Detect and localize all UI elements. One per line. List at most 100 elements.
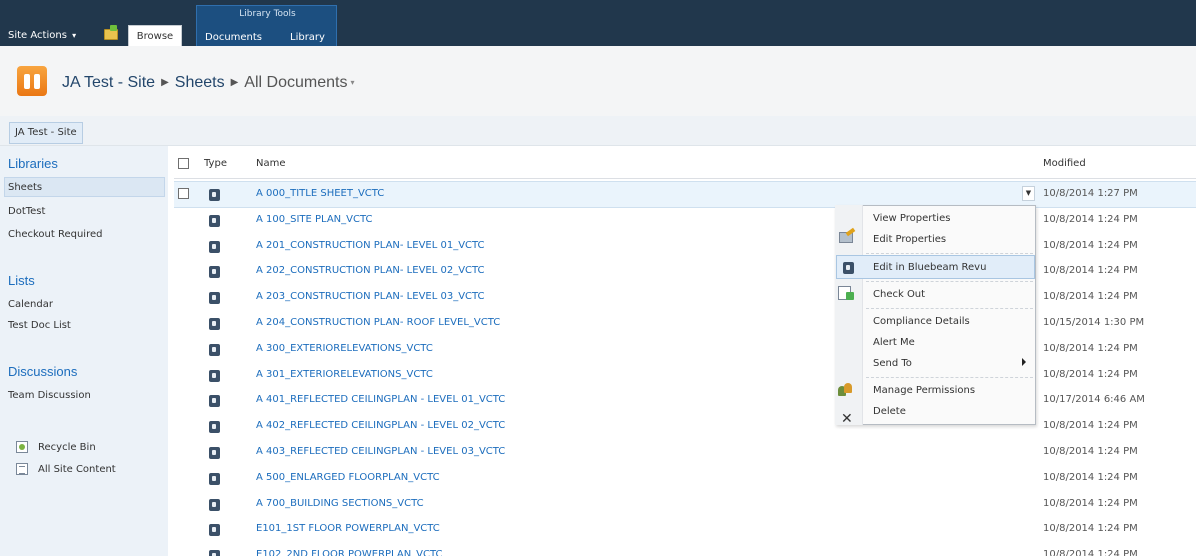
document-name-link[interactable]: A 700_BUILDING SECTIONS_VCTC [256,498,424,509]
top-link-bar [0,116,1196,146]
document-name-link[interactable]: E101_1ST FLOOR POWERPLAN_VCTC [256,523,440,534]
chevron-down-icon: ▾ [72,31,77,40]
ql-heading-lists[interactable]: Lists [8,273,35,288]
document-name-link[interactable]: A 203_CONSTRUCTION PLAN- LEVEL 03_VCTC [256,291,485,302]
document-name-link[interactable]: A 403_REFLECTED CEILINGPLAN - LEVEL 03_V… [256,446,505,457]
document-name-link[interactable]: A 000_TITLE SHEET_VCTC [256,188,384,199]
document-modified: 10/8/2014 1:24 PM [1043,240,1138,251]
pdf-document-icon [209,266,220,278]
pdf-document-icon [209,421,220,433]
tab-browse[interactable]: Browse [128,25,182,46]
breadcrumb-site[interactable]: JA Test - Site [62,74,155,91]
ql-item-dottest[interactable]: DotTest [8,206,45,217]
pdf-document-icon [209,215,220,227]
pdf-document-icon [209,370,220,382]
ql-item-all-site-content[interactable]: All Site Content [38,464,116,475]
document-modified: 10/17/2014 6:46 AM [1043,394,1145,405]
manage-permissions-icon [838,383,852,397]
breadcrumb-view[interactable]: All Documents [244,74,347,91]
document-modified: 10/8/2014 1:24 PM [1043,472,1138,483]
tab-library[interactable]: Library [290,32,325,43]
column-header-modified[interactable]: Modified [1043,158,1086,169]
pdf-document-icon [209,447,220,459]
document-modified: 10/8/2014 1:24 PM [1043,549,1138,556]
bluebeam-icon [843,262,854,274]
menu-separator [866,308,1033,309]
document-modified: 10/8/2014 1:24 PM [1043,523,1138,534]
ql-item-test-doc-list[interactable]: Test Doc List [8,320,71,331]
pdf-document-icon [209,524,220,536]
topnav-item-site[interactable]: JA Test - Site [9,122,83,144]
library-tools-title: Library Tools [239,9,296,19]
document-modified: 10/8/2014 1:24 PM [1043,420,1138,431]
menu-edit-properties[interactable]: Edit Properties [873,234,946,245]
ql-heading-discussions[interactable]: Discussions [8,364,77,379]
all-site-content-icon [16,463,28,475]
breadcrumb-separator-icon: ▶ [230,77,239,88]
document-name-link[interactable]: E102_2ND FLOOR POWERPLAN_VCTC [256,549,443,556]
navigate-up-icon[interactable] [104,25,118,40]
pdf-document-icon [209,344,220,356]
document-name-link[interactable]: A 300_EXTERIORELEVATIONS_VCTC [256,343,433,354]
breadcrumb-separator-icon: ▶ [161,77,169,88]
pdf-document-icon [209,550,220,556]
row-checkbox[interactable] [178,188,189,199]
site-actions-menu[interactable]: Site Actions ▾ [8,30,76,41]
site-actions-label: Site Actions [8,30,67,41]
column-header-type[interactable]: Type [204,158,227,169]
document-name-link[interactable]: A 401_REFLECTED CEILINGPLAN - LEVEL 01_V… [256,394,505,405]
document-modified: 10/8/2014 1:24 PM [1043,498,1138,509]
menu-edit-in-bluebeam[interactable]: Edit in Bluebeam Revu [873,262,986,273]
ql-item-sheets[interactable]: Sheets [8,182,42,193]
pdf-document-icon [209,189,220,201]
delete-icon: ✕ [841,411,853,427]
menu-separator [866,253,1033,254]
header-divider [174,178,1196,179]
menu-separator [866,281,1033,282]
pdf-document-icon [209,499,220,511]
column-header-name[interactable]: Name [256,158,286,169]
ql-item-recycle-bin[interactable]: Recycle Bin [38,442,96,453]
document-modified: 10/8/2014 1:24 PM [1043,446,1138,457]
menu-view-properties[interactable]: View Properties [873,213,950,224]
document-modified: 10/8/2014 1:24 PM [1043,265,1138,276]
tab-documents[interactable]: Documents [205,32,262,43]
menu-alert-me[interactable]: Alert Me [873,337,915,348]
ql-item-checkout-required[interactable]: Checkout Required [8,229,102,240]
site-logo-icon[interactable] [17,66,47,96]
submenu-arrow-icon [1022,358,1026,366]
select-all-checkbox[interactable] [178,158,189,169]
document-modified: 10/8/2014 1:27 PM [1043,188,1138,199]
pdf-document-icon [209,395,220,407]
pdf-document-icon [209,241,220,253]
menu-check-out[interactable]: Check Out [873,289,925,300]
recycle-bin-icon [16,441,28,453]
document-name-link[interactable]: A 201_CONSTRUCTION PLAN- LEVEL 01_VCTC [256,240,485,251]
pdf-document-icon [209,318,220,330]
ql-item-calendar[interactable]: Calendar [8,299,53,310]
chevron-down-icon[interactable]: ▾ [350,78,354,87]
document-name-link[interactable]: A 100_SITE PLAN_VCTC [256,214,373,225]
pdf-document-icon [209,473,220,485]
ql-heading-libraries[interactable]: Libraries [8,156,58,171]
menu-separator [866,377,1033,378]
breadcrumb: JA Test - Site ▶ Sheets ▶ All Documents ▾ [62,74,354,92]
edit-properties-icon [839,232,853,243]
document-name-link[interactable]: A 202_CONSTRUCTION PLAN- LEVEL 02_VCTC [256,265,485,276]
menu-delete[interactable]: Delete [873,406,906,417]
menu-manage-permissions[interactable]: Manage Permissions [873,385,975,396]
document-name-link[interactable]: A 500_ENLARGED FLOORPLAN_VCTC [256,472,440,483]
library-tools-group: Library Tools Documents Library [196,5,337,46]
menu-send-to[interactable]: Send To [873,358,912,369]
menu-compliance-details[interactable]: Compliance Details [873,316,970,327]
document-name-link[interactable]: A 402_REFLECTED CEILINGPLAN - LEVEL 02_V… [256,420,505,431]
ql-item-team-discussion[interactable]: Team Discussion [8,390,91,401]
check-out-icon [838,286,854,300]
breadcrumb-library[interactable]: Sheets [175,74,225,91]
document-modified: 10/8/2014 1:24 PM [1043,369,1138,380]
document-modified: 10/8/2014 1:24 PM [1043,214,1138,225]
item-menu-chevron-down-icon[interactable]: ▼ [1022,186,1035,201]
document-name-link[interactable]: A 204_CONSTRUCTION PLAN- ROOF LEVEL_VCTC [256,317,500,328]
document-name-link[interactable]: A 301_EXTERIORELEVATIONS_VCTC [256,369,433,380]
pdf-document-icon [209,292,220,304]
